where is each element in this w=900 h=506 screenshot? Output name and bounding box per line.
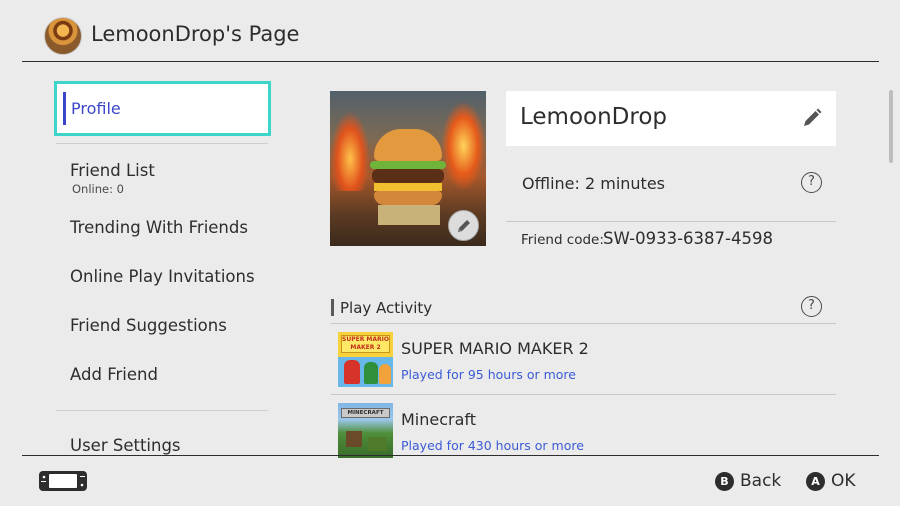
page-header: LemoonDrop's Page: [0, 0, 900, 62]
game-title: SUPER MARIO MAKER 2: [401, 339, 589, 358]
sidebar-item-profile[interactable]: Profile: [54, 81, 271, 136]
game-thumbnail: SUPER MARIO MAKER 2: [338, 332, 393, 387]
ok-button[interactable]: OK: [831, 471, 856, 491]
profile-name-box: LemoonDrop: [506, 91, 836, 146]
sidebar-divider: [56, 143, 268, 144]
a-button-icon: A: [806, 472, 825, 491]
friend-code: SW-0933-6387-4598: [603, 229, 773, 248]
section-marker: [331, 299, 334, 316]
status-help-icon[interactable]: ?: [801, 172, 822, 193]
friend-code-label: Friend code:: [521, 232, 604, 248]
online-status: Offline: 2 minutes: [522, 174, 665, 193]
page-title: LemoonDrop's Page: [91, 22, 300, 46]
scrollbar[interactable]: [889, 90, 893, 163]
sidebar-item-friend-list[interactable]: Friend List: [70, 161, 155, 180]
sidebar-divider: [56, 410, 268, 411]
user-avatar: [44, 17, 82, 55]
play-time: Played for 95 hours or more: [401, 367, 576, 382]
footer-divider: [22, 455, 879, 456]
b-button-icon: B: [715, 472, 734, 491]
game-row-super-mario-maker-2[interactable]: SUPER MARIO MAKER 2 SUPER MARIO MAKER 2 …: [331, 324, 836, 394]
sidebar: Profile Friend List Online: 0 Trending W…: [22, 72, 288, 455]
console-icon: [39, 471, 87, 491]
sidebar-item-add-friend[interactable]: Add Friend: [70, 365, 158, 384]
header-divider: [22, 61, 879, 62]
game-thumbnail: MINECRAFT: [338, 403, 393, 458]
game-title: Minecraft: [401, 410, 477, 429]
sidebar-item-label: Profile: [71, 99, 121, 118]
selection-indicator: [63, 92, 66, 125]
pencil-icon: [457, 219, 470, 232]
friends-online-count: Online: 0: [72, 182, 124, 196]
play-time: Played for 430 hours or more: [401, 438, 584, 453]
sidebar-item-trending-with-friends[interactable]: Trending With Friends: [70, 218, 248, 237]
profile-name: LemoonDrop: [520, 104, 668, 130]
play-activity-heading: Play Activity: [340, 299, 433, 317]
sidebar-item-friend-suggestions[interactable]: Friend Suggestions: [70, 316, 227, 335]
profile-divider: [506, 221, 836, 222]
sidebar-item-user-settings[interactable]: User Settings: [70, 436, 181, 455]
edit-avatar-button[interactable]: [448, 210, 479, 241]
sidebar-item-online-play-invitations[interactable]: Online Play Invitations: [70, 267, 255, 286]
back-button[interactable]: Back: [740, 471, 781, 491]
play-activity-help-icon[interactable]: ?: [801, 296, 822, 317]
edit-name-pencil-icon[interactable]: [802, 108, 822, 128]
